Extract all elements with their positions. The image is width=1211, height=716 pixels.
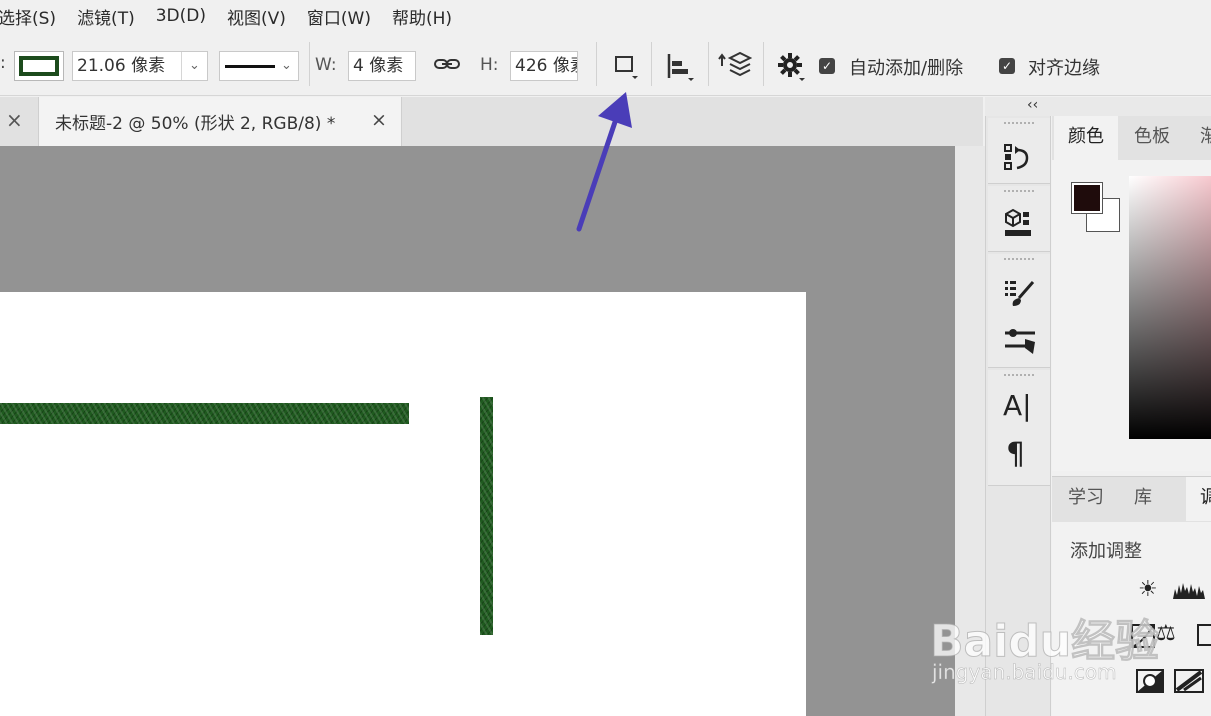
menu-bar: 选择(S) 滤镜(T) 3D(D) 视图(V) 窗口(W) 帮助(H) xyxy=(0,0,1211,32)
path-arrangement-icon[interactable] xyxy=(718,50,753,85)
paragraph-icon[interactable]: ¶ xyxy=(1006,440,1025,470)
auto-add-delete-label: 自动添加/删除 xyxy=(849,58,964,79)
levels-icon[interactable] xyxy=(1172,579,1206,606)
document-tab-title[interactable]: 未标题-2 @ 50% (形状 2, RGB/8) * xyxy=(55,109,335,134)
drag-grip[interactable] xyxy=(1004,122,1034,126)
stroke-label-colon: : xyxy=(0,53,6,73)
menu-select[interactable]: 选择(S) xyxy=(0,4,56,29)
brightness-icon[interactable]: ☀ xyxy=(1138,579,1158,601)
history-icon[interactable] xyxy=(1003,142,1033,176)
divider xyxy=(309,42,310,86)
auto-add-delete-checkbox[interactable]: ✓ xyxy=(819,58,835,74)
menu-window[interactable]: 窗口(W) xyxy=(307,4,371,29)
3d-object-icon[interactable] xyxy=(1003,208,1033,244)
panel-group: A| ¶ xyxy=(988,370,1050,486)
solid-line-icon xyxy=(225,64,275,68)
color-picker-field[interactable] xyxy=(1129,176,1211,439)
stroke-color-swatch[interactable] xyxy=(14,51,64,81)
menu-help[interactable]: 帮助(H) xyxy=(392,4,452,29)
brushes-icon[interactable] xyxy=(1003,326,1037,360)
tab-gradients[interactable]: 渐 xyxy=(1186,116,1211,160)
menu-filter[interactable]: 滤镜(T) xyxy=(77,4,135,29)
tab-color[interactable]: 颜色 xyxy=(1054,116,1118,160)
tab-swatches[interactable]: 色板 xyxy=(1120,116,1184,160)
stroke-width-field[interactable]: 21.06 像素 ⌄ xyxy=(72,51,208,81)
stroke-width-value[interactable]: 21.06 像素 xyxy=(77,52,181,80)
drag-grip[interactable] xyxy=(1004,190,1034,194)
width-label: W: xyxy=(315,55,337,75)
vertical-scrollbar[interactable] xyxy=(955,146,985,716)
grass-horizontal-shape[interactable] xyxy=(0,403,409,424)
brush-settings-icon[interactable] xyxy=(1003,278,1037,312)
divider xyxy=(708,42,709,86)
tab-adjustments[interactable]: 调 xyxy=(1186,477,1211,521)
document-canvas[interactable] xyxy=(0,292,806,716)
chevron-down-icon[interactable]: ⌄ xyxy=(281,52,292,80)
tab-learn[interactable]: 学习 xyxy=(1054,477,1118,521)
document-tab-bar: × 未标题-2 @ 50% (形状 2, RGB/8) * × xyxy=(0,97,983,146)
gradient-map-icon[interactable] xyxy=(1174,669,1204,698)
menu-view[interactable]: 视图(V) xyxy=(227,4,286,29)
stroke-type-dropdown[interactable]: ⌄ xyxy=(219,51,299,81)
add-adjustment-title: 添加调整 xyxy=(1070,541,1142,562)
divider xyxy=(651,42,652,86)
align-edges-label: 对齐边缘 xyxy=(1028,58,1100,79)
close-icon[interactable]: × xyxy=(371,109,387,131)
width-input[interactable]: 4 像素 xyxy=(348,51,416,81)
path-operations-icon[interactable] xyxy=(614,54,640,83)
collapse-icon[interactable]: ‹‹ xyxy=(1027,97,1038,113)
gear-icon[interactable] xyxy=(777,52,807,87)
drag-grip[interactable] xyxy=(1004,258,1034,262)
color-panel-tabs: 颜色 色板 渐 xyxy=(1052,116,1211,160)
exposure-icon[interactable] xyxy=(1196,623,1211,652)
link-icon[interactable] xyxy=(434,54,460,77)
panel-group xyxy=(988,254,1050,368)
black-white-icon[interactable] xyxy=(1136,669,1164,698)
panel-icon-column: A| ¶ xyxy=(985,116,1051,716)
close-icon[interactable]: × xyxy=(6,108,23,132)
stroke-preview xyxy=(19,56,59,76)
canvas-workspace[interactable] xyxy=(0,146,955,716)
tab-libraries[interactable]: 库 xyxy=(1120,477,1166,521)
foreground-color-swatch[interactable] xyxy=(1071,182,1103,214)
adjustments-panel-tabs: 学习 库 调 xyxy=(1052,477,1211,522)
divider xyxy=(763,42,764,86)
document-tab[interactable]: 未标题-2 @ 50% (形状 2, RGB/8) * × xyxy=(38,97,402,146)
panel-collapse-bar[interactable]: ‹‹ xyxy=(985,97,1211,116)
height-input[interactable]: 426 像素 xyxy=(510,51,578,81)
height-label: H: xyxy=(480,55,499,75)
color-panel: 颜色 色板 渐 xyxy=(1052,116,1211,471)
balance-icon[interactable]: ⚖ xyxy=(1156,623,1176,645)
adjustments-panel: 学习 库 调 添加调整 ☀ ⚖ xyxy=(1052,476,1211,716)
align-edges-checkbox[interactable]: ✓ xyxy=(999,58,1015,74)
divider xyxy=(596,42,597,86)
panel-group xyxy=(988,118,1050,184)
grass-vertical-shape[interactable] xyxy=(480,397,493,635)
character-icon[interactable]: A| xyxy=(1003,392,1032,420)
options-bar: : 21.06 像素 ⌄ ⌄ W: 4 像素 H: 426 像素 ✓ 自动添加/… xyxy=(0,32,1211,96)
curves-icon[interactable] xyxy=(1130,623,1156,654)
drag-grip[interactable] xyxy=(1004,374,1034,378)
path-alignment-icon[interactable] xyxy=(666,52,694,85)
menu-3d[interactable]: 3D(D) xyxy=(156,6,206,26)
panel-group xyxy=(988,186,1050,252)
chevron-down-icon[interactable]: ⌄ xyxy=(181,52,207,80)
